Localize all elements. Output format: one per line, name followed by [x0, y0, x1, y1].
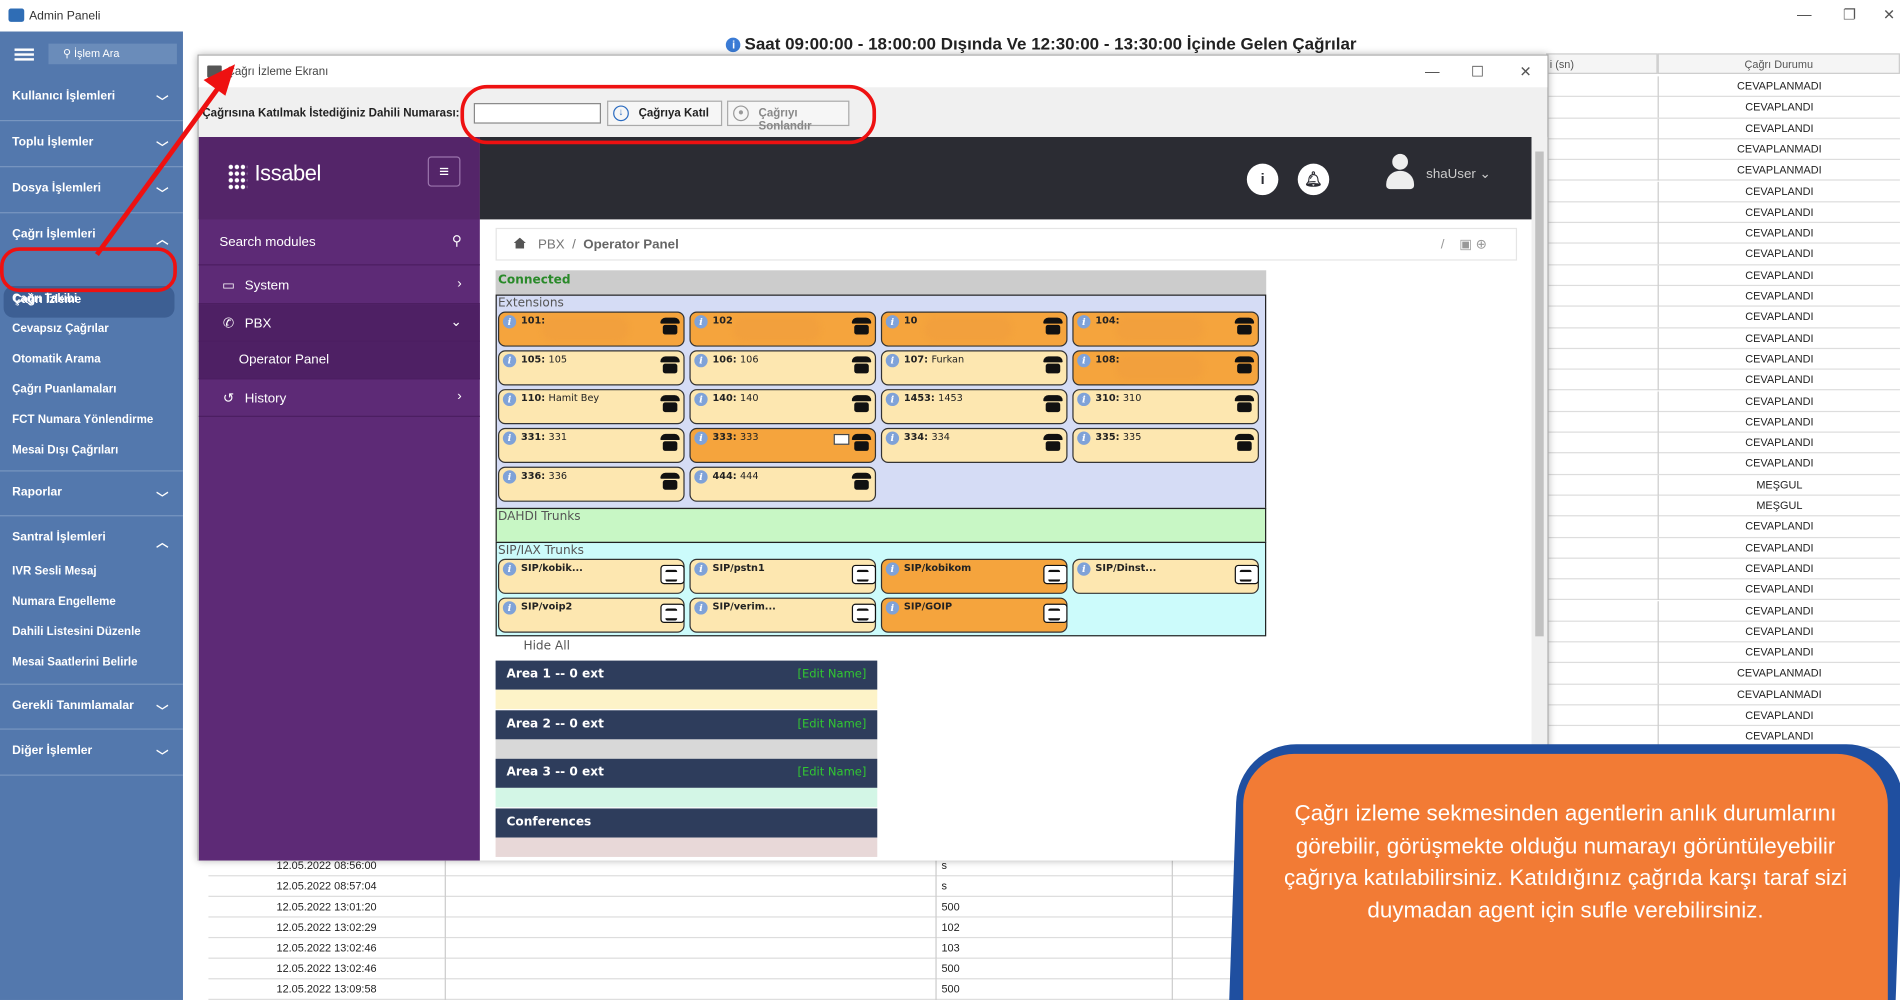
screen: Admin Paneli — ❐ ✕ ⚲ İşlem Ara Kullanıcı…	[0, 0, 1900, 1000]
arrow-head	[203, 64, 236, 96]
info-callout: Çağrı izleme sekmesinden agentlerin anlı…	[1228, 744, 1900, 1000]
callout-text: Çağrı izleme sekmesinden agentlerin anlı…	[1243, 753, 1888, 1000]
arrow-line	[94, 83, 223, 256]
